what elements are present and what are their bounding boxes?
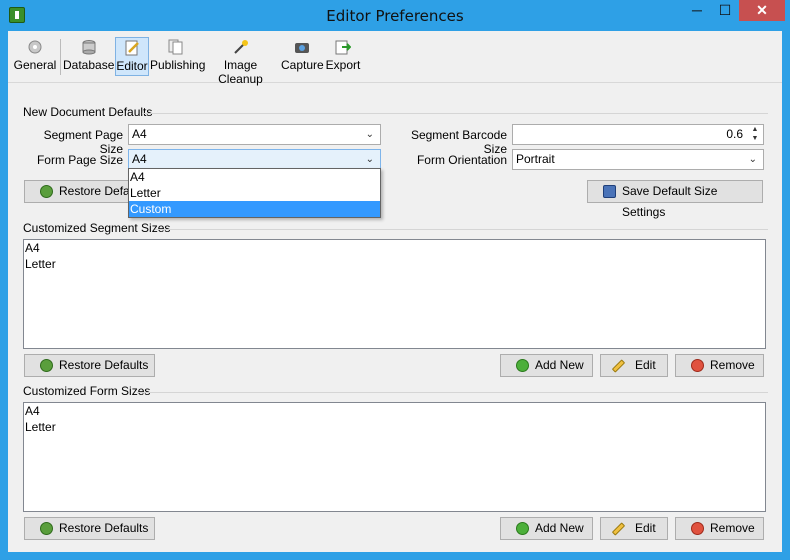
customized-form-sizes-heading: Customized Form Sizes: [23, 384, 151, 398]
form-orientation-label: Form Orientation: [416, 153, 507, 167]
chevron-down-icon: ⌄: [748, 154, 757, 165]
section-divider: [137, 392, 768, 393]
dropdown-option-custom[interactable]: Custom: [129, 201, 380, 217]
segment-restore-defaults-label: Restore Defaults: [59, 358, 149, 372]
list-item[interactable]: A4: [24, 240, 765, 256]
segment-edit-button[interactable]: Edit: [600, 354, 668, 377]
chevron-down-icon: ⌄: [365, 129, 374, 140]
form-orientation-combo[interactable]: Portrait ⌄: [512, 149, 764, 170]
form-page-size-dropdown: A4 Letter Custom: [128, 168, 381, 218]
customized-segment-sizes-heading: Customized Segment Sizes: [23, 221, 171, 235]
chevron-down-icon: ⌄: [365, 154, 374, 165]
title-bar: Editor Preferences ─ ☐ ✕: [0, 0, 790, 31]
minimize-button[interactable]: ─: [683, 0, 711, 21]
restore-icon: [40, 359, 53, 372]
toolbar-general-label: General: [13, 58, 57, 72]
list-item[interactable]: A4: [24, 403, 765, 419]
toolbar-general[interactable]: General: [13, 37, 57, 76]
segment-barcode-size-spinner[interactable]: 0.6 ▲ ▼: [512, 124, 764, 145]
segment-page-size-value: A4: [132, 127, 147, 141]
form-page-size-combo[interactable]: A4 ⌄: [128, 149, 381, 170]
section-divider: [142, 113, 768, 114]
segment-remove-button[interactable]: Remove: [675, 354, 764, 377]
segment-remove-label: Remove: [710, 358, 755, 372]
pencil-icon: [611, 522, 626, 536]
gears-icon: [27, 39, 43, 55]
section-divider: [155, 229, 768, 230]
save-default-size-settings-button[interactable]: Save Default Size Settings: [587, 180, 763, 219]
magic-wand-icon: [233, 39, 249, 55]
save-default-size-settings-label: Save Default Size Settings: [622, 184, 718, 219]
segment-page-size-label: Segment Page Size: [43, 128, 123, 156]
segment-barcode-size-label: Segment Barcode Size: [410, 128, 507, 156]
close-button[interactable]: ✕: [739, 0, 785, 21]
add-icon: [516, 359, 529, 372]
form-orientation-value: Portrait: [516, 152, 555, 166]
toolbar-database-label: Database: [63, 58, 115, 72]
list-item[interactable]: Letter: [24, 419, 765, 435]
database-icon: [81, 39, 97, 55]
floppy-disk-icon: [603, 185, 616, 198]
edit-page-icon: [124, 40, 140, 56]
toolbar-editor-label: Editor: [116, 59, 148, 73]
toolbar-database[interactable]: Database: [63, 37, 114, 76]
camera-icon: [294, 39, 310, 55]
spin-up-icon[interactable]: ▲: [748, 125, 762, 134]
dropdown-option-a4[interactable]: A4: [129, 169, 380, 185]
segment-sizes-list[interactable]: A4 Letter: [23, 239, 766, 349]
toolbar-editor[interactable]: Editor: [115, 37, 149, 76]
toolbar-image-cleanup[interactable]: Image Cleanup: [203, 37, 278, 86]
segment-barcode-size-value: 0.6: [726, 127, 743, 141]
restore-icon: [40, 185, 53, 198]
list-item[interactable]: Letter: [24, 256, 765, 272]
segment-add-new-button[interactable]: Add New: [500, 354, 593, 377]
spin-down-icon[interactable]: ▼: [748, 134, 762, 143]
segment-restore-defaults-button[interactable]: Restore Defaults: [24, 354, 155, 377]
restore-icon: [40, 522, 53, 535]
category-toolbar: General Database Editor Publishing Image…: [8, 31, 782, 86]
form-add-new-label: Add New: [535, 521, 584, 535]
form-sizes-list[interactable]: A4 Letter: [23, 402, 766, 512]
remove-icon: [691, 359, 704, 372]
form-edit-button[interactable]: Edit: [600, 517, 668, 540]
toolbar-capture-label: Capture: [281, 58, 324, 72]
form-page-size-label: Form Page Size: [36, 153, 123, 167]
form-restore-defaults-button[interactable]: Restore Defaults: [24, 517, 155, 540]
form-edit-label: Edit: [635, 521, 656, 535]
toolbar-publishing-label: Publishing: [150, 58, 206, 72]
dropdown-option-letter[interactable]: Letter: [129, 185, 380, 201]
form-page-size-value: A4: [132, 152, 147, 166]
form-remove-label: Remove: [710, 521, 755, 535]
toolbar-publishing[interactable]: Publishing: [150, 37, 206, 76]
export-icon: [335, 39, 352, 55]
toolbar-export-label: Export: [325, 58, 361, 72]
toolbar-capture[interactable]: Capture: [281, 37, 324, 76]
segment-page-size-combo[interactable]: A4 ⌄: [128, 124, 381, 145]
maximize-button[interactable]: ☐: [711, 0, 739, 21]
toolbar-separator: [60, 39, 61, 75]
add-icon: [516, 522, 529, 535]
segment-add-new-label: Add New: [535, 358, 584, 372]
window-title: Editor Preferences: [326, 7, 464, 25]
toolbar-image-cleanup-label: Image Cleanup: [218, 58, 263, 86]
remove-icon: [691, 522, 704, 535]
pencil-icon: [611, 359, 626, 373]
form-restore-defaults-label: Restore Defaults: [59, 521, 149, 535]
new-document-defaults-heading: New Document Defaults: [23, 105, 153, 119]
form-add-new-button[interactable]: Add New: [500, 517, 593, 540]
segment-edit-label: Edit: [635, 358, 656, 372]
pages-icon: [168, 39, 184, 55]
form-remove-button[interactable]: Remove: [675, 517, 764, 540]
preferences-window: General Database Editor Publishing Image…: [8, 31, 782, 552]
toolbar-export[interactable]: Export: [325, 37, 361, 76]
